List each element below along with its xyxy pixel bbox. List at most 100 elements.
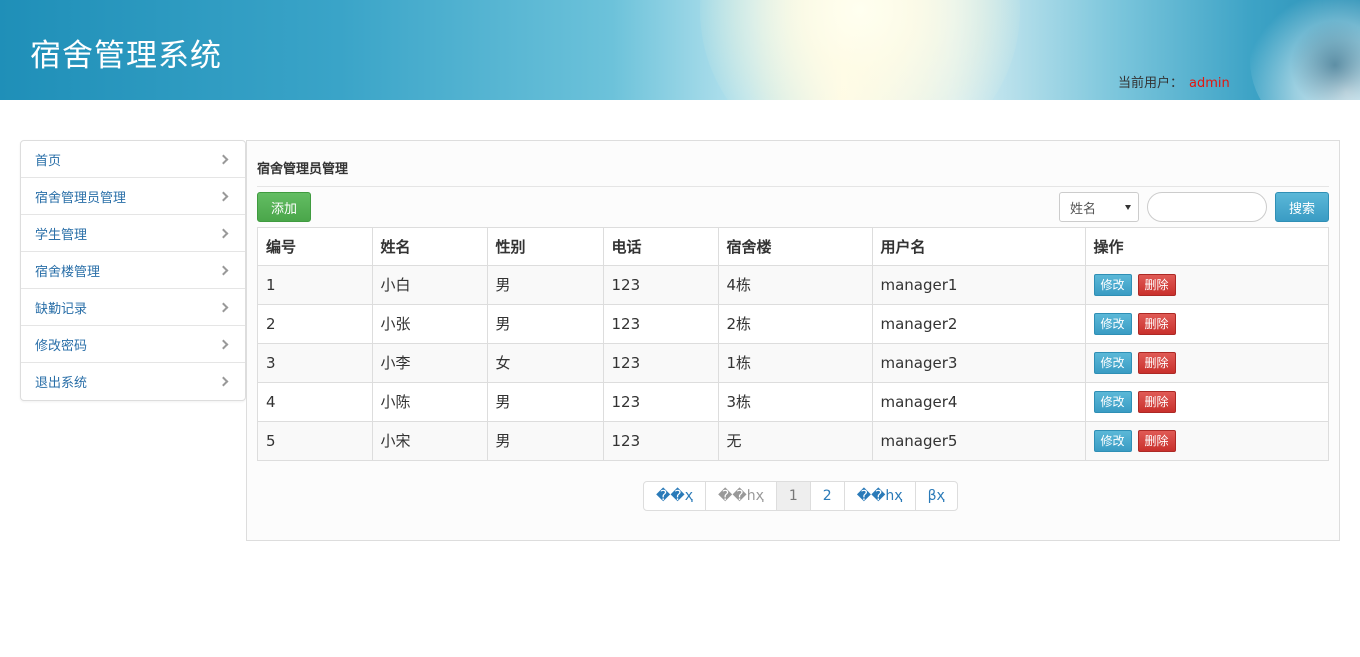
cell-actions: 修改 删除 <box>1085 421 1328 460</box>
header-sun-glow <box>700 0 1020 100</box>
cell-gender: 男 <box>487 421 604 460</box>
search-input[interactable] <box>1147 192 1267 222</box>
cell-phone: 123 <box>603 265 719 305</box>
cell-name: 小宋 <box>372 421 488 460</box>
page-number-1[interactable]: 1 <box>776 482 811 510</box>
cell-gender: 男 <box>487 382 604 422</box>
divider <box>257 186 1329 187</box>
sidebar-item-label: 学生管理 <box>35 227 88 243</box>
column-header-gender: 性别 <box>487 228 604 266</box>
chevron-right-icon <box>218 191 229 201</box>
delete-button[interactable]: 删除 <box>1137 351 1176 374</box>
column-header-username: 用户名 <box>872 228 1086 266</box>
sidebar-item-label: 首页 <box>35 153 62 169</box>
cell-username: manager2 <box>872 304 1086 344</box>
edit-button[interactable]: 修改 <box>1093 273 1132 296</box>
cell-gender: 女 <box>487 343 604 383</box>
delete-button[interactable]: 删除 <box>1137 312 1176 335</box>
cell-building: 无 <box>718 421 873 460</box>
cell-username: manager4 <box>872 382 1086 422</box>
edit-button[interactable]: 修改 <box>1093 351 1132 374</box>
table-row: 1 小白 男 123 4栋 manager1 修改 删除 <box>258 265 1328 305</box>
chevron-right-icon <box>218 228 229 238</box>
cell-phone: 123 <box>603 382 719 422</box>
column-header-building: 宿舍楼 <box>718 228 873 266</box>
sidebar-item-absence-records[interactable]: 缺勤记录 <box>21 289 245 326</box>
cell-building: 3栋 <box>718 382 873 422</box>
current-user-name: admin <box>1189 76 1230 91</box>
sidebar-item-home[interactable]: 首页 <box>21 141 245 178</box>
search-field-value: 姓名 <box>1070 201 1097 217</box>
page-first-link[interactable]: ��ҳ <box>644 482 706 510</box>
sidebar-nav: 首页 宿舍管理员管理 学生管理 宿舍楼管理 缺勤记录 修改密码 退出系统 <box>20 140 246 401</box>
delete-button[interactable]: 删除 <box>1137 429 1176 452</box>
cell-username: manager5 <box>872 421 1086 460</box>
chevron-right-icon <box>218 302 229 312</box>
main-panel: 宿舍管理员管理 添加 姓名 搜索 编号 姓名 性别 电话 宿舍楼 用户名 操作 <box>246 140 1340 541</box>
cell-phone: 123 <box>603 421 719 460</box>
page-title: 宿舍管理员管理 <box>257 162 349 177</box>
cell-building: 2栋 <box>718 304 873 344</box>
cell-gender: 男 <box>487 265 604 305</box>
table-row: 3 小李 女 123 1栋 manager3 修改 删除 <box>258 343 1328 383</box>
cell-name: 小张 <box>372 304 488 344</box>
cell-actions: 修改 删除 <box>1085 382 1328 422</box>
managers-table: 编号 姓名 性别 电话 宿舍楼 用户名 操作 1 小白 男 123 4栋 man… <box>257 227 1329 461</box>
chevron-right-icon <box>218 154 229 164</box>
pagination: ��ҳ ��һҳ 1 2 ��һҳ βҳ <box>643 481 958 511</box>
sidebar-item-label: 退出系统 <box>35 376 88 391</box>
cell-id: 3 <box>258 343 373 383</box>
cell-id: 1 <box>258 265 373 305</box>
sidebar-item-label: 修改密码 <box>35 338 88 354</box>
chevron-right-icon <box>218 265 229 275</box>
cell-building: 1栋 <box>718 343 873 383</box>
chevron-right-icon <box>218 339 229 349</box>
edit-button[interactable]: 修改 <box>1093 390 1132 413</box>
table-row: 2 小张 男 123 2栋 manager2 修改 删除 <box>258 304 1328 344</box>
sidebar-item-dorm-managers[interactable]: 宿舍管理员管理 <box>21 178 245 215</box>
search-field-select[interactable]: 姓名 <box>1059 192 1139 222</box>
cell-id: 2 <box>258 304 373 344</box>
page-last-link[interactable]: βҳ <box>916 482 957 510</box>
sidebar-item-students[interactable]: 学生管理 <box>21 215 245 252</box>
sidebar-item-label: 宿舍管理员管理 <box>35 190 127 206</box>
add-button[interactable]: 添加 <box>257 192 311 222</box>
cell-name: 小李 <box>372 343 488 383</box>
sidebar-item-label: 缺勤记录 <box>35 301 88 317</box>
page-prev-link[interactable]: ��һҳ <box>706 482 777 510</box>
cell-actions: 修改 删除 <box>1085 265 1328 305</box>
delete-button[interactable]: 删除 <box>1137 390 1176 413</box>
search-button[interactable]: 搜索 <box>1275 192 1329 222</box>
sidebar-item-buildings[interactable]: 宿舍楼管理 <box>21 252 245 289</box>
page-next-link[interactable]: ��һҳ <box>845 482 916 510</box>
column-header-phone: 电话 <box>603 228 719 266</box>
chevron-right-icon <box>218 376 229 387</box>
app-title: 宿舍管理系统 <box>30 38 222 74</box>
column-header-actions: 操作 <box>1085 228 1328 266</box>
caret-down-icon <box>1125 205 1131 210</box>
column-header-name: 姓名 <box>372 228 488 266</box>
cell-username: manager3 <box>872 343 1086 383</box>
cell-name: 小陈 <box>372 382 488 422</box>
cell-phone: 123 <box>603 343 719 383</box>
sidebar-item-logout[interactable]: 退出系统 <box>21 363 245 400</box>
cell-actions: 修改 删除 <box>1085 343 1328 383</box>
current-user: 当前用户： admin <box>1118 72 1230 91</box>
current-user-label: 当前用户： <box>1118 76 1184 91</box>
edit-button[interactable]: 修改 <box>1093 312 1132 335</box>
sidebar-item-label: 宿舍楼管理 <box>35 264 101 280</box>
cell-id: 4 <box>258 382 373 422</box>
table-row: 5 小宋 男 123 无 manager5 修改 删除 <box>258 421 1328 460</box>
delete-button[interactable]: 删除 <box>1137 273 1176 296</box>
sidebar-item-change-password[interactable]: 修改密码 <box>21 326 245 363</box>
edit-button[interactable]: 修改 <box>1093 429 1132 452</box>
column-header-id: 编号 <box>258 228 373 266</box>
table-row: 4 小陈 男 123 3栋 manager4 修改 删除 <box>258 382 1328 422</box>
cell-name: 小白 <box>372 265 488 305</box>
cell-gender: 男 <box>487 304 604 344</box>
page-number-2[interactable]: 2 <box>811 482 845 510</box>
cell-username: manager1 <box>872 265 1086 305</box>
cell-id: 5 <box>258 421 373 460</box>
table-header-row: 编号 姓名 性别 电话 宿舍楼 用户名 操作 <box>258 228 1328 266</box>
cell-building: 4栋 <box>718 265 873 305</box>
